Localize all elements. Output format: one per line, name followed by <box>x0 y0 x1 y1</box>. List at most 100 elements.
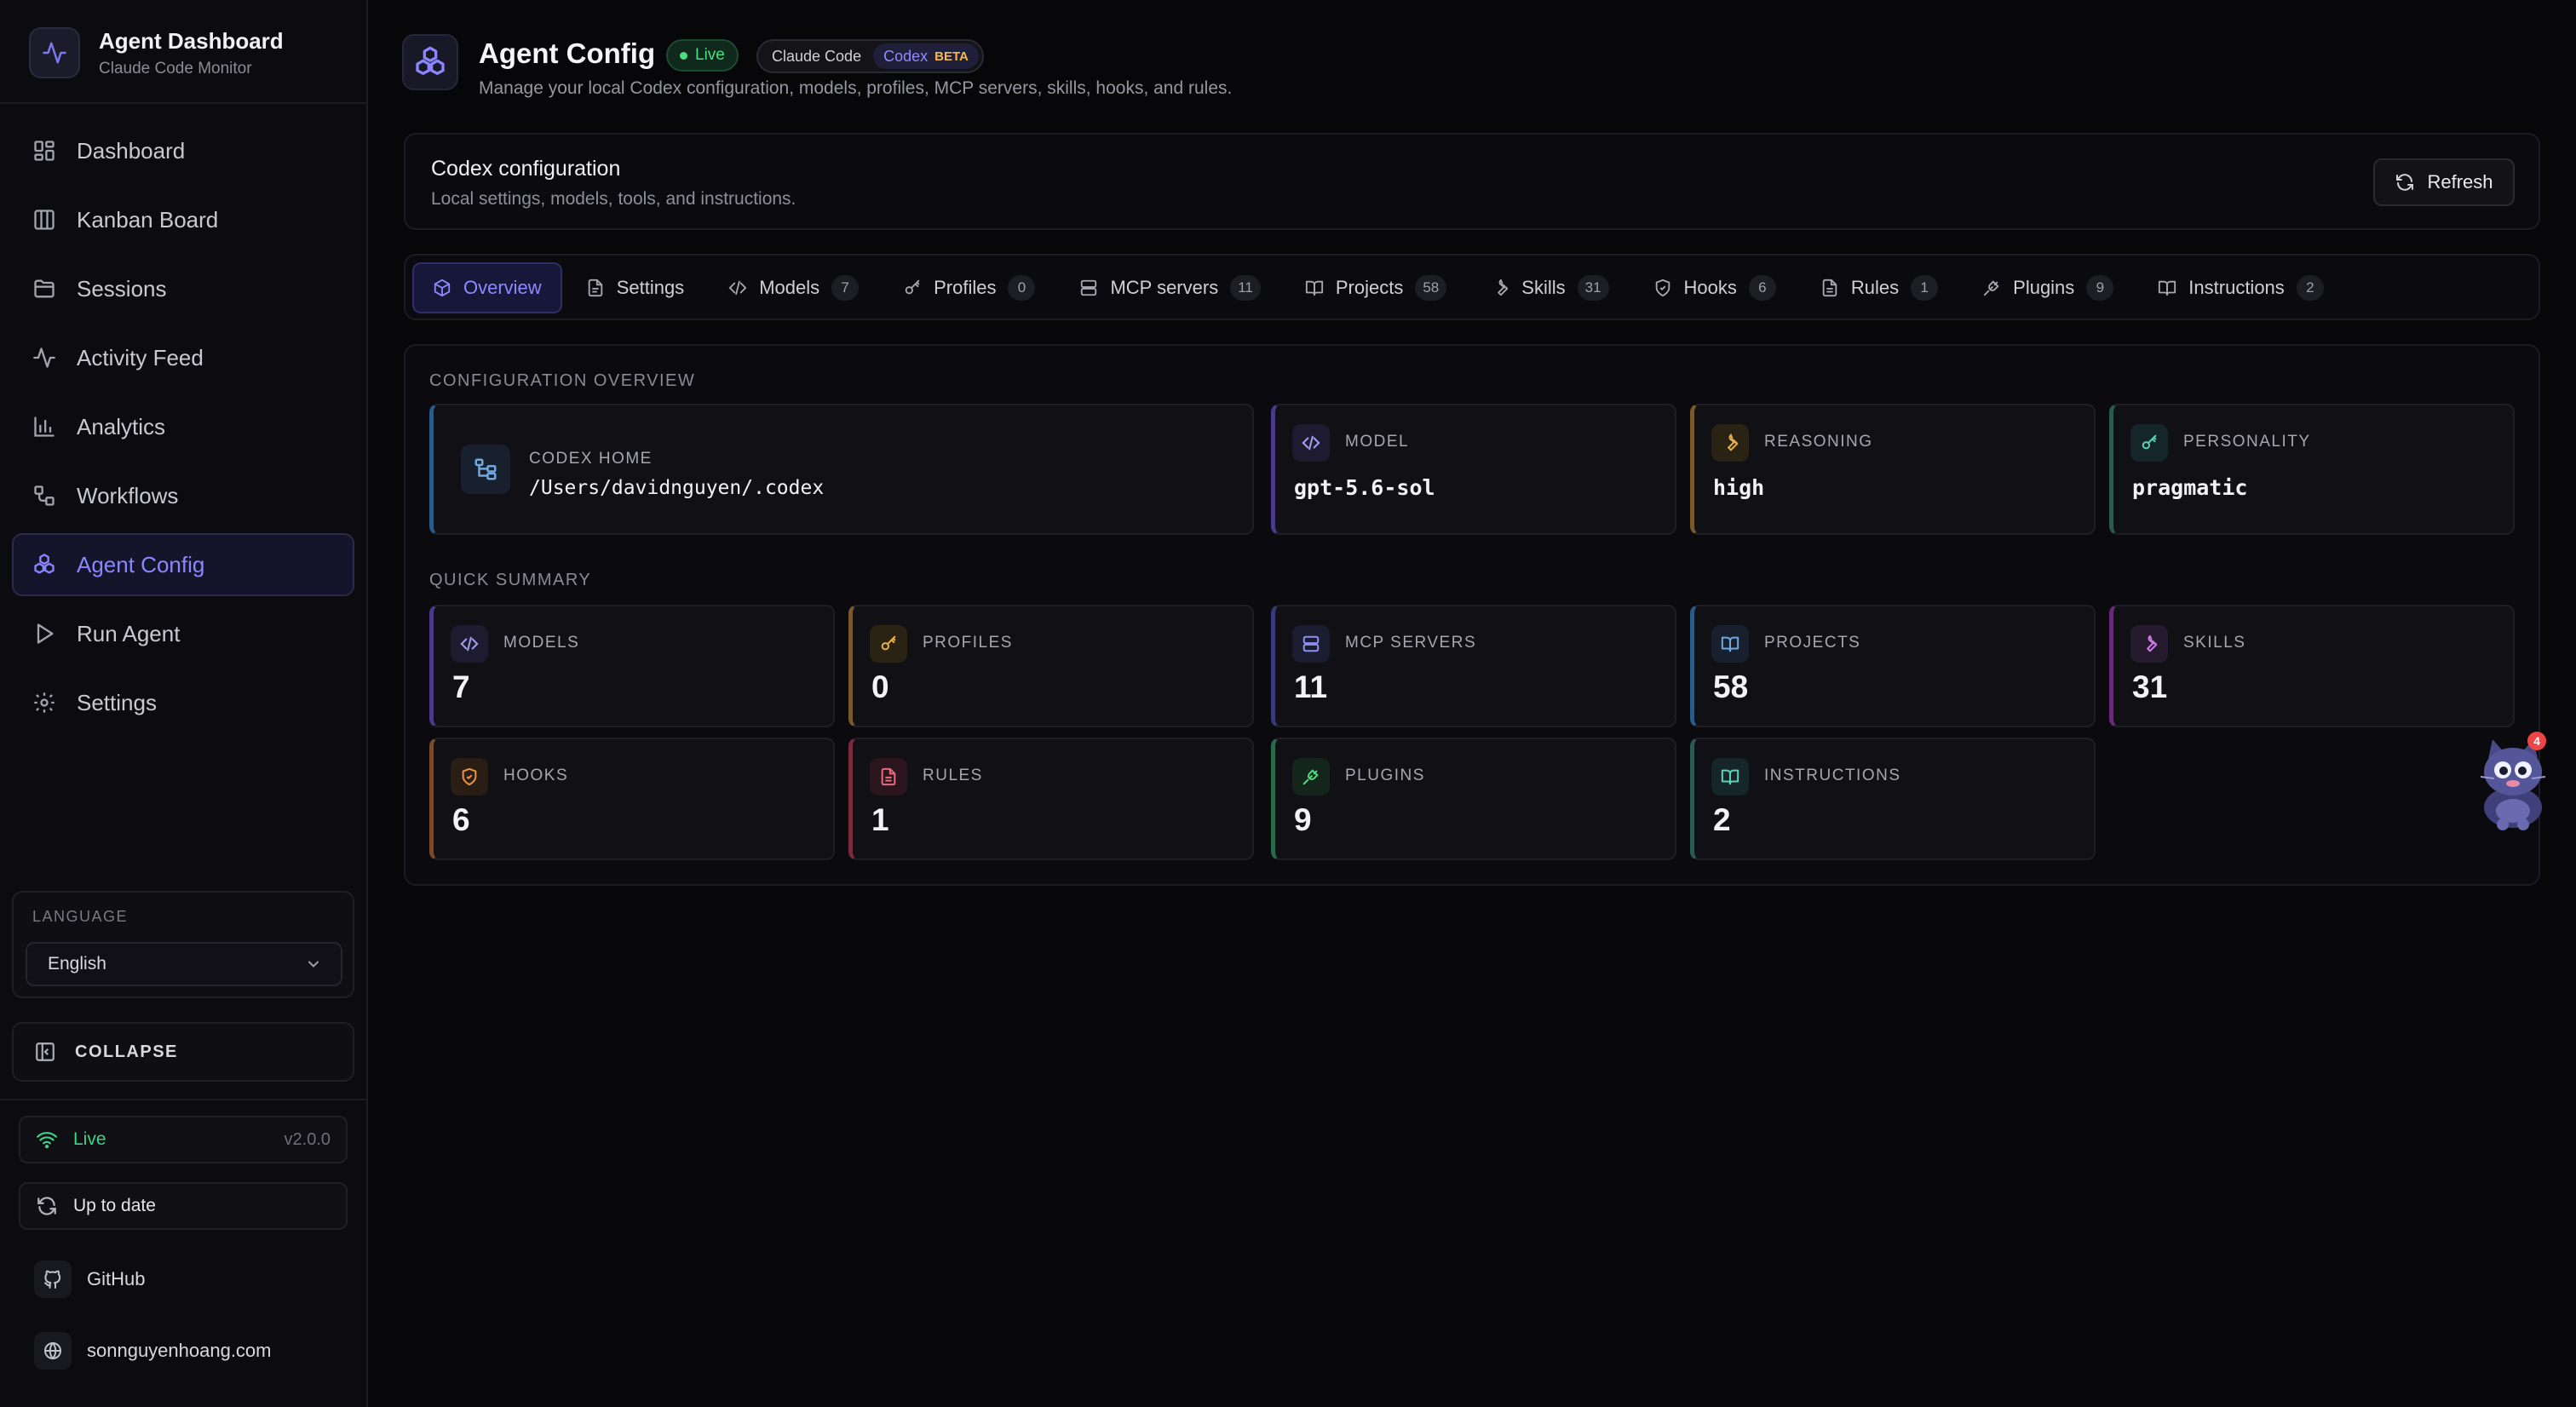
sidebar-item-settings[interactable]: Settings <box>12 671 354 734</box>
quick-summary-label: QUICK SUMMARY <box>429 571 592 589</box>
tab-instructions[interactable]: Instructions 2 <box>2137 262 2344 313</box>
tile-label: PROFILES <box>923 634 1013 652</box>
update-status-button[interactable]: Up to date <box>19 1182 348 1230</box>
tile-value: 6 <box>452 802 470 837</box>
switch-codex[interactable]: Codex BETA <box>873 43 979 69</box>
tile-value: pragmatic <box>2132 475 2248 500</box>
tab-projects[interactable]: Projects 58 <box>1285 262 1467 313</box>
summary-tile-hooks: HOOKS 6 <box>429 738 835 860</box>
sidebar-item-analytics[interactable]: Analytics <box>12 395 354 458</box>
tab-models[interactable]: Models 7 <box>708 262 879 313</box>
tab-rules[interactable]: Rules 1 <box>1800 262 1958 313</box>
mascot-assistant-button[interactable]: 4 <box>2470 729 2556 831</box>
language-select[interactable]: English <box>26 942 342 986</box>
book-open-icon <box>1711 758 1749 795</box>
refresh-label: Refresh <box>2427 171 2493 192</box>
tab-label: Instructions <box>2188 277 2285 298</box>
cube-icon <box>434 279 451 297</box>
tile-label: RULES <box>923 767 983 784</box>
folder-icon <box>34 279 55 298</box>
tab-hooks[interactable]: Hooks 6 <box>1633 262 1797 313</box>
wifi-icon <box>37 1132 57 1149</box>
language-selected: English <box>48 954 106 973</box>
key-icon <box>870 625 907 663</box>
live-badge-label: Live <box>695 46 725 64</box>
tab-mcp-servers[interactable]: MCP servers 11 <box>1059 262 1280 313</box>
tile-value: 31 <box>2132 669 2168 704</box>
tile-label: HOOKS <box>503 767 569 784</box>
summary-tile-projects: PROJECTS 58 <box>1690 605 2096 727</box>
sidebar-item-label: Settings <box>77 689 157 715</box>
collapse-button[interactable]: COLLAPSE <box>12 1022 354 1082</box>
summary-tile-rules: RULES 1 <box>848 738 1254 860</box>
tab-overview[interactable]: Overview <box>412 262 562 313</box>
summary-tile-instructions: INSTRUCTIONS 2 <box>1690 738 2096 860</box>
brand-title: Agent Dashboard <box>99 27 284 54</box>
live-label: Live <box>73 1129 106 1149</box>
tile-label: MODEL <box>1345 433 1410 451</box>
summary-tile-skills: SKILLS 31 <box>2109 605 2515 727</box>
tab-label: Models <box>759 277 820 298</box>
sidebar-item-workflows[interactable]: Workflows <box>12 464 354 527</box>
tile-value: high <box>1713 475 1765 500</box>
switch-claude-code[interactable]: Claude Code <box>772 48 861 66</box>
sidebar-item-kanban-board[interactable]: Kanban Board <box>12 188 354 251</box>
count-badge: 11 <box>1230 275 1261 301</box>
file-icon <box>588 279 602 297</box>
server-icon <box>1292 625 1330 663</box>
brand[interactable]: Agent Dashboard Claude Code Monitor <box>29 26 284 80</box>
tab-settings[interactable]: Settings <box>566 262 705 313</box>
tab-plugins[interactable]: Plugins 9 <box>1962 262 2134 313</box>
personality-tile: PERSONALITY pragmatic <box>2109 404 2515 535</box>
sidebar-item-dashboard[interactable]: Dashboard <box>12 119 354 182</box>
tab-skills[interactable]: Skills 31 <box>1470 262 1629 313</box>
sidebar-item-sessions[interactable]: Sessions <box>12 257 354 320</box>
tile-label: REASONING <box>1764 433 1873 451</box>
tab-label: Settings <box>616 277 685 298</box>
sidebar-item-run-agent[interactable]: Run Agent <box>12 602 354 665</box>
sidebar-item-label: Agent Config <box>77 551 205 577</box>
tab-label: Rules <box>1850 277 1900 298</box>
panel-left-icon <box>36 1042 55 1061</box>
dashboard-icon <box>34 141 55 161</box>
summary-tile-mcp-servers: MCP SERVERS 11 <box>1271 605 1676 727</box>
gear-icon <box>34 692 55 713</box>
tile-value: 11 <box>1294 669 1328 704</box>
sidebar-item-agent-config[interactable]: Agent Config <box>12 533 354 596</box>
config-card-title: Codex configuration <box>431 157 621 181</box>
count-badge: 9 <box>2086 275 2114 301</box>
tile-value: 2 <box>1713 802 1731 837</box>
divider <box>0 102 366 104</box>
page-subtitle: Manage your local Codex configuration, m… <box>479 78 1233 98</box>
plug-icon <box>1292 758 1330 795</box>
sidebar-item-label: Dashboard <box>77 137 186 164</box>
tile-label: CODEX HOME <box>529 450 653 468</box>
divider <box>0 1099 366 1100</box>
key-icon <box>1711 424 1749 462</box>
codex-home-tile: CODEX HOME /Users/davidnguyen/.codex <box>429 404 1254 535</box>
refresh-button[interactable]: Refresh <box>2373 158 2515 206</box>
reasoning-tile: REASONING high <box>1690 404 2096 535</box>
main-content: Agent Config Live Claude Code Codex BETA… <box>368 0 2576 1407</box>
tab-label: Overview <box>463 277 542 298</box>
sidebar-item-activity-feed[interactable]: Activity Feed <box>12 326 354 389</box>
tile-label: MCP SERVERS <box>1345 634 1477 652</box>
cat-mascot-icon: 4 <box>2480 732 2546 830</box>
file-text-icon <box>870 758 907 795</box>
website-link[interactable]: sonnguyenhoang.com <box>34 1330 272 1371</box>
tile-value: gpt-5.6-sol <box>1294 475 1435 500</box>
tab-profiles[interactable]: Profiles 0 <box>883 262 1055 313</box>
tab-label: Hooks <box>1683 277 1737 298</box>
switch-codex-label: Codex <box>883 47 929 65</box>
workflow-icon <box>34 485 55 506</box>
agent-switch: Claude Code Codex BETA <box>756 39 984 73</box>
sidebar: Agent Dashboard Claude Code Monitor Dash… <box>0 0 368 1407</box>
shield-icon <box>451 758 488 795</box>
server-icon <box>1081 279 1097 296</box>
github-link[interactable]: GitHub <box>34 1259 145 1300</box>
book-icon <box>1711 625 1749 663</box>
play-icon <box>37 623 54 644</box>
tab-label: Profiles <box>934 277 997 298</box>
globe-icon <box>34 1332 72 1370</box>
collapse-label: COLLAPSE <box>75 1042 178 1061</box>
